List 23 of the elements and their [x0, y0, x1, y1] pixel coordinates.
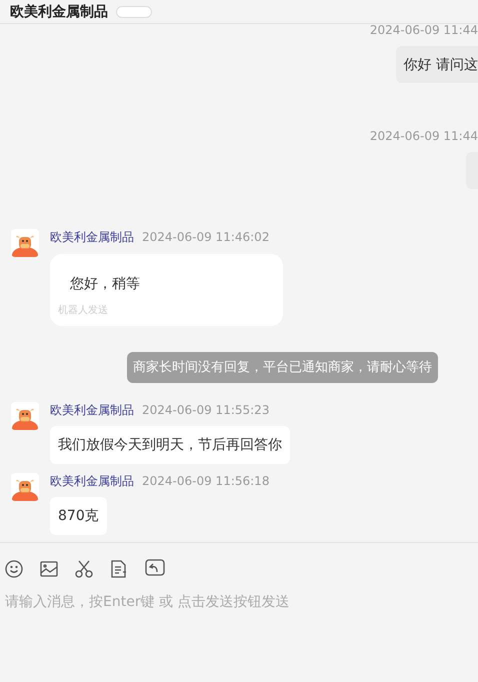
chat-title: 欧美利金属制品	[10, 2, 108, 22]
timestamp: 2024-06-09 11:56:18	[142, 473, 270, 489]
status-pill	[116, 6, 152, 18]
timestamp: 2024-06-09 11:44	[370, 24, 478, 38]
sender-name: 欧美利金属制品	[50, 229, 134, 245]
system-notice: 商家长时间没有回复，平台已通知商家，请耐心等待	[127, 352, 438, 383]
scissors-icon[interactable]	[75, 560, 93, 578]
sender-name: 欧美利金属制品	[50, 402, 134, 418]
document-icon[interactable]	[110, 560, 128, 578]
image-icon[interactable]	[40, 561, 58, 577]
message-bubble: 你好 请问这	[396, 46, 478, 83]
avatar-icon	[11, 473, 39, 501]
timestamp: 2024-06-09 11:44	[370, 128, 478, 144]
avatar-icon	[11, 229, 39, 257]
message-input[interactable]: 请输入消息，按Enter键 或 点击发送按钮发送	[5, 592, 473, 652]
timestamp: 2024-06-09 11:55:23	[142, 402, 270, 418]
sender-name: 欧美利金属制品	[50, 473, 134, 489]
message-text: 您好，稍等	[70, 275, 141, 294]
emoji-icon[interactable]	[5, 560, 23, 578]
message-bubble: 870克	[50, 497, 107, 535]
message-bubble: 我们放假今天到明天，节后再回答你	[50, 426, 290, 464]
timestamp: 2024-06-09 11:46:02	[142, 229, 270, 245]
avatar-icon	[11, 402, 39, 430]
